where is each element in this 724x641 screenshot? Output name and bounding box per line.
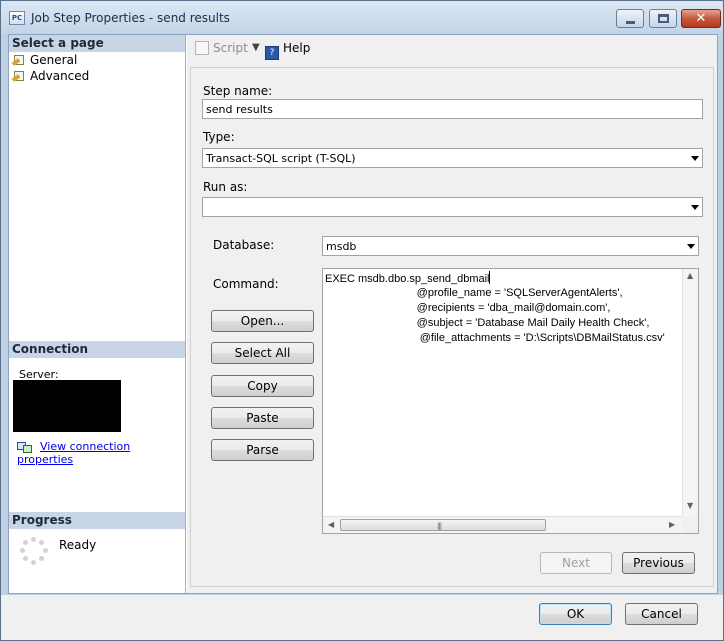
scroll-right-icon[interactable]: ▶ [669, 520, 675, 529]
page-item-advanced[interactable]: Advanced [11, 68, 90, 84]
type-select[interactable]: Transact-SQL script (T-SQL) [202, 148, 703, 168]
grip-icon: ||| [437, 522, 442, 530]
command-line: @file_attachments = 'D:\Scripts\DBMailSt… [325, 332, 665, 344]
right-pane: Script ▼ ? Help Step name: send results T… [187, 35, 717, 593]
server-name-redacted [13, 380, 121, 432]
progress-header: Progress [9, 512, 185, 529]
chevron-down-icon [691, 156, 699, 161]
database-select-value: msdb [326, 240, 357, 253]
command-editor[interactable]: EXEC msdb.dbo.sp_send_dbmail @profile_na… [322, 268, 699, 534]
progress-spinner-icon [20, 537, 48, 565]
command-line: EXEC msdb.dbo.sp_send_dbmail [325, 271, 491, 285]
connection-properties-icon [17, 440, 32, 453]
chevron-down-icon [691, 205, 699, 210]
page-properties-icon [11, 54, 26, 66]
ok-button[interactable]: OK [539, 603, 612, 625]
script-button[interactable]: Script [195, 41, 248, 55]
type-select-value: Transact-SQL script (T-SQL) [206, 152, 356, 165]
scrollbar-corner [682, 516, 698, 533]
close-button[interactable]: ✕ [681, 9, 721, 28]
previous-button[interactable]: Previous [622, 552, 695, 574]
script-label: Script [213, 41, 248, 55]
toolbar: Script ▼ ? Help [187, 35, 717, 61]
job-step-properties-window: PC Job Step Properties - send results ✕ … [0, 0, 724, 641]
page-item-general[interactable]: General [11, 52, 78, 68]
copy-button[interactable]: Copy [211, 375, 314, 397]
vertical-scrollbar[interactable]: ▲ ▼ [682, 269, 698, 516]
view-connection-properties-link[interactable]: View connection properties [17, 440, 185, 466]
view-connection-properties-text[interactable]: View connection properties [17, 440, 130, 466]
help-label: Help [283, 41, 311, 55]
scroll-up-icon[interactable]: ▲ [687, 271, 693, 280]
scroll-left-icon[interactable]: ◀ [328, 520, 334, 529]
text-caret [489, 271, 491, 284]
help-button[interactable]: ? Help [265, 41, 310, 60]
command-line: @profile_name = 'SQLServerAgentAlerts', [325, 287, 623, 299]
next-button[interactable]: Next [540, 552, 612, 574]
help-icon: ? [265, 46, 279, 60]
minimize-icon [626, 21, 635, 24]
app-icon: PC [9, 11, 25, 25]
dialog-client-area: Select a page General Advanced Connectio… [8, 34, 718, 594]
step-name-input[interactable]: send results [202, 99, 703, 119]
cancel-button[interactable]: Cancel [625, 603, 698, 625]
select-page-header: Select a page [9, 35, 185, 52]
horizontal-scrollbar[interactable]: ◀ ||| ▶ [323, 516, 682, 533]
database-select[interactable]: msdb [322, 236, 699, 256]
database-label: Database: [213, 238, 275, 252]
select-all-button[interactable]: Select All [211, 342, 314, 364]
script-dropdown-icon[interactable]: ▼ [252, 42, 260, 53]
page-item-label: Advanced [30, 69, 90, 83]
type-label: Type: [203, 130, 235, 144]
script-icon [195, 41, 209, 55]
horizontal-scroll-thumb[interactable]: ||| [340, 519, 546, 531]
parse-button[interactable]: Parse [211, 439, 314, 461]
title-bar[interactable]: PC Job Step Properties - send results ✕ [1, 1, 723, 34]
scroll-down-icon[interactable]: ▼ [687, 501, 693, 510]
command-label: Command: [213, 277, 279, 291]
minimize-button[interactable] [616, 9, 644, 28]
window-title: Job Step Properties - send results [31, 11, 230, 25]
run-as-select[interactable] [202, 197, 703, 217]
dialog-footer: OK Cancel [1, 595, 723, 640]
command-line: @recipients = 'dba_mail@domain.com', [325, 302, 611, 314]
connection-header: Connection [9, 341, 185, 358]
paste-button[interactable]: Paste [211, 407, 314, 429]
maximize-button[interactable] [649, 9, 677, 28]
progress-status: Ready [59, 538, 97, 552]
close-icon: ✕ [695, 11, 707, 26]
open-button[interactable]: Open... [211, 310, 314, 332]
step-name-label: Step name: [203, 84, 273, 98]
page-properties-icon [11, 70, 26, 82]
run-as-label: Run as: [203, 180, 248, 194]
page-item-label: General [30, 53, 78, 67]
left-pane: Select a page General Advanced Connectio… [9, 35, 186, 593]
command-text[interactable]: EXEC msdb.dbo.sp_send_dbmail @profile_na… [325, 271, 683, 513]
command-line: @subject = 'Database Mail Daily Health C… [325, 317, 650, 329]
chevron-down-icon [687, 244, 695, 249]
maximize-icon [658, 14, 669, 23]
general-page-form: Step name: send results Type: Transact-S… [190, 67, 714, 587]
